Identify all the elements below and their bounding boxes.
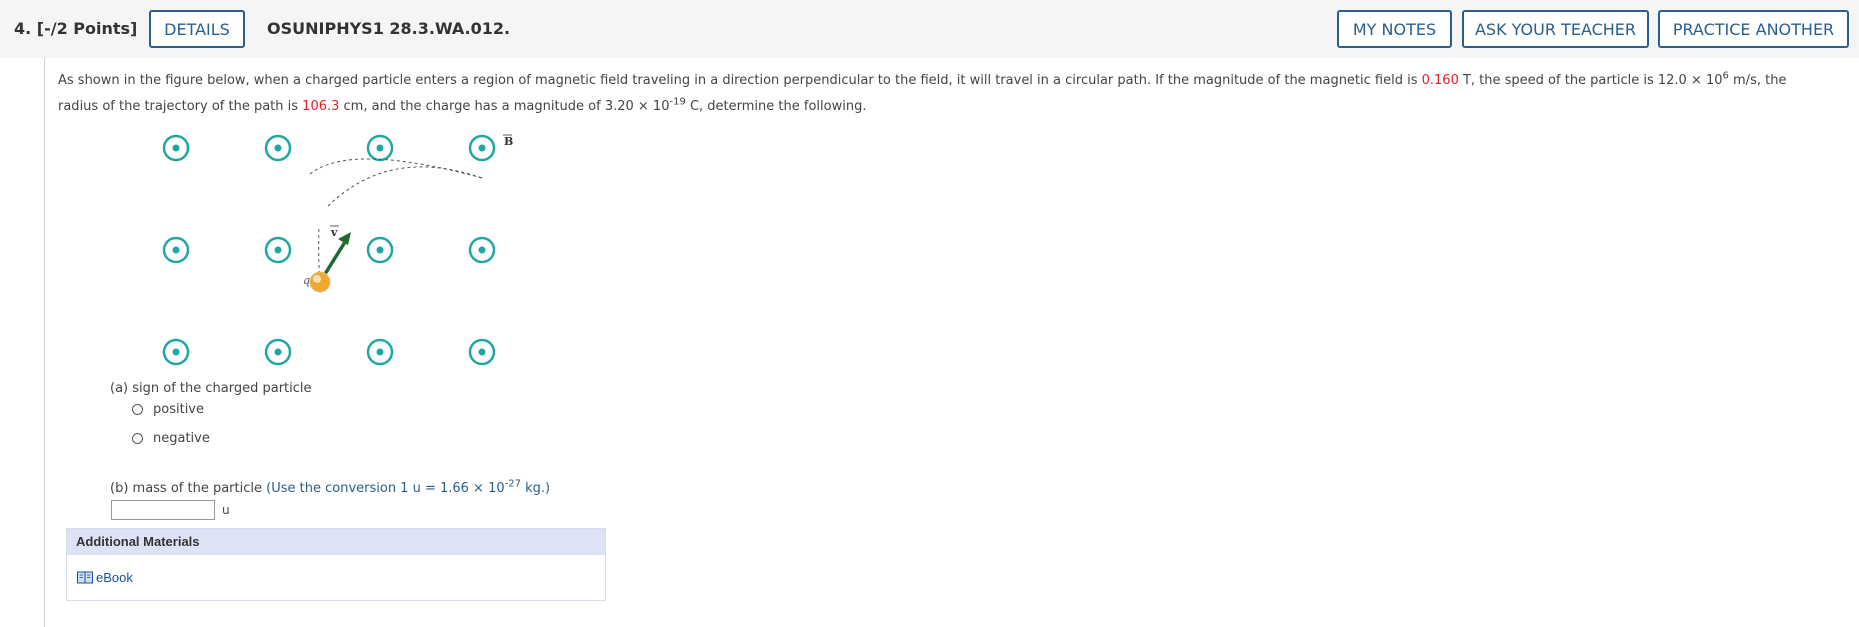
radius-value: 106.3 [302, 99, 340, 114]
option-positive[interactable]: positive [132, 402, 204, 417]
charged-particle [309, 271, 331, 293]
practice-another-button[interactable]: PRACTICE ANOTHER [1658, 10, 1849, 48]
question-code: OSUNIPHYS1 28.3.WA.012. [267, 19, 511, 38]
content-border [44, 58, 45, 627]
circular-path [309, 158, 483, 179]
details-button[interactable]: DETAILS [149, 10, 245, 48]
negative-radio[interactable] [132, 433, 143, 444]
positive-label: positive [153, 402, 204, 417]
mass-answer-input[interactable] [111, 500, 215, 520]
field-dot-center [478, 144, 486, 152]
field-dot-center [172, 246, 180, 254]
field-dot-center [376, 144, 384, 152]
q-label: q [303, 274, 310, 287]
question-header: 4. [-/2 Points] DETAILS OSUNIPHYS1 28.3.… [0, 0, 1859, 58]
field-dot-center [274, 246, 282, 254]
part-b-label: (b) mass of the particle (Use the conver… [110, 478, 551, 496]
trajectory-path [327, 166, 483, 207]
field-dot-center [376, 246, 384, 254]
particle-highlight [313, 275, 321, 283]
positive-radio[interactable] [132, 404, 143, 415]
field-value: 0.160 [1421, 73, 1459, 88]
field-dot-center [274, 144, 282, 152]
negative-label: negative [153, 431, 210, 446]
additional-materials: Additional Materials eBook [66, 528, 606, 601]
ask-your-teacher-button[interactable]: ASK YOUR TEACHER [1462, 10, 1649, 48]
ebook-label: eBook [96, 570, 133, 585]
field-dot-center [478, 348, 486, 356]
my-notes-button[interactable]: MY NOTES [1337, 10, 1452, 48]
field-dot-center [274, 348, 282, 356]
question-number: 4. [-/2 Points] [14, 19, 138, 38]
book-icon [77, 571, 93, 584]
v-label: v [330, 226, 338, 239]
b-label: B [504, 135, 513, 148]
field-dot-center [172, 144, 180, 152]
field-dots [162, 134, 496, 366]
field-dot-center [376, 348, 384, 356]
additional-materials-title: Additional Materials [67, 529, 605, 555]
field-dot-center [172, 348, 180, 356]
option-negative[interactable]: negative [132, 431, 210, 446]
magnetic-field-figure: q v B [162, 134, 513, 366]
field-dot-center [478, 246, 486, 254]
conversion-hint: (Use the conversion 1 u = 1.66 × 10-27 k… [266, 478, 551, 496]
problem-text: As shown in the figure below, when a cha… [58, 70, 1787, 114]
mass-unit: u [222, 503, 230, 517]
ebook-link[interactable]: eBook [77, 570, 133, 585]
part-a-label: (a) sign of the charged particle [110, 381, 312, 396]
